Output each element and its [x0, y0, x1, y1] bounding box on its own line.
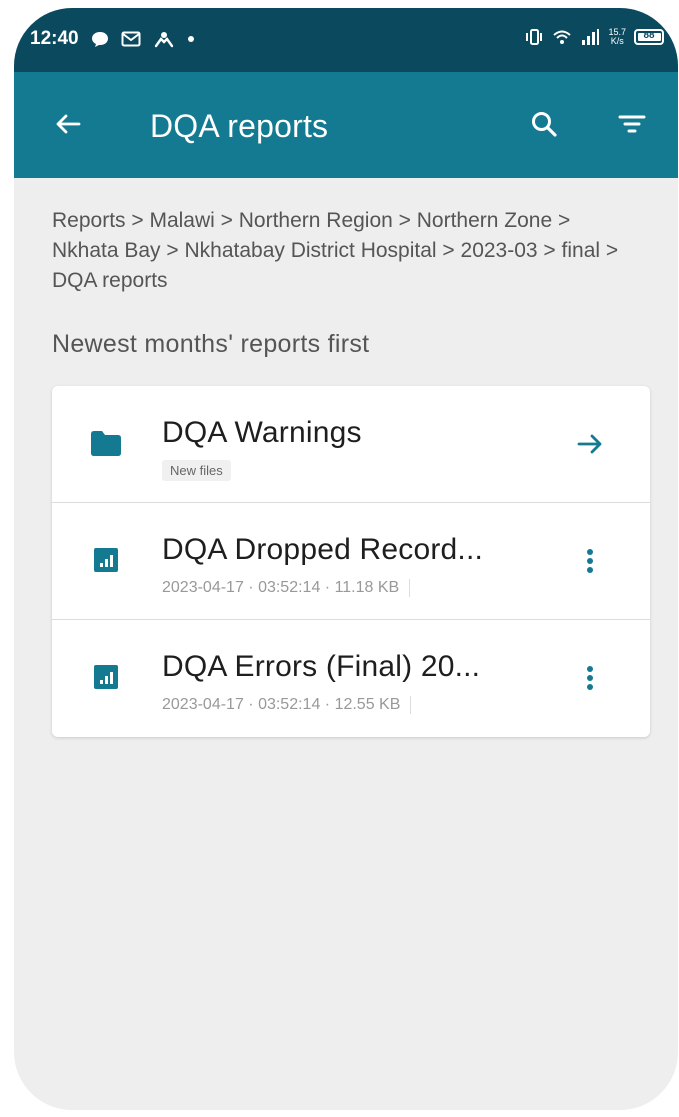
new-files-badge: New files — [162, 460, 231, 481]
status-right: 15.7 K/s 88 — [524, 28, 664, 46]
wifi-icon — [552, 28, 572, 46]
network-speed-icon: 15.7 K/s — [608, 28, 626, 46]
open-folder-button[interactable] — [572, 426, 608, 462]
section-title: Newest months' reports first — [52, 330, 370, 358]
filter-icon — [618, 115, 646, 133]
status-left: 12:40 — [30, 28, 195, 50]
filter-button[interactable] — [614, 106, 650, 142]
gmail-icon — [121, 31, 141, 47]
list-item-file[interactable]: DQA Dropped Record... 2023-04-17 · 03:52… — [52, 503, 650, 620]
page-title: DQA reports — [150, 108, 329, 144]
breadcrumb: Reports > Malawi > Northern Region > Nor… — [52, 209, 619, 292]
chat-bubble-icon — [91, 30, 109, 48]
back-button[interactable] — [50, 106, 86, 142]
file-meta: 2023-04-17 · 03:52:14 · 12.55 KB — [162, 696, 412, 714]
file-meta-text: 2023-04-17 · 03:52:14 · 11.18 KB — [162, 579, 400, 597]
list-item-file[interactable]: DQA Errors (Final) 20... 2023-04-17 · 03… — [52, 620, 650, 737]
folder-icon — [90, 428, 122, 458]
file-menu-button[interactable] — [572, 543, 608, 579]
transfer-icon — [153, 30, 175, 48]
network-speed-unit: K/s — [610, 36, 624, 46]
meta-divider — [410, 696, 412, 714]
file-name: DQA Dropped Record... — [162, 533, 484, 566]
search-icon — [532, 112, 557, 137]
search-button[interactable] — [526, 106, 562, 142]
status-bar: 12:40 15.7 K/s 88 — [14, 8, 678, 72]
folder-name: DQA Warnings — [162, 416, 362, 449]
file-name: DQA Errors (Final) 20... — [162, 650, 481, 683]
more-vert-icon — [587, 549, 593, 573]
battery-level: 88 — [643, 30, 655, 41]
status-time: 12:40 — [30, 28, 79, 49]
phone-screen: 12:40 15.7 K/s 88 DQA reports Reports > … — [14, 8, 678, 1110]
report-chart-icon — [90, 662, 122, 692]
list-item-folder[interactable]: DQA Warnings New files — [52, 386, 650, 503]
vibrate-icon — [524, 28, 544, 46]
battery-icon: 88 — [634, 29, 664, 45]
file-menu-button[interactable] — [572, 660, 608, 696]
file-meta-text: 2023-04-17 · 03:52:14 · 12.55 KB — [162, 696, 401, 714]
file-meta: 2023-04-17 · 03:52:14 · 11.18 KB — [162, 579, 411, 597]
signal-icon — [580, 28, 600, 46]
more-vert-icon — [587, 666, 593, 690]
arrow-back-icon — [56, 114, 81, 134]
arrow-forward-icon — [577, 434, 602, 454]
reports-list: DQA Warnings New files DQA Dropped Recor… — [52, 386, 650, 737]
app-bar: DQA reports — [14, 72, 678, 178]
meta-divider — [409, 579, 411, 597]
report-chart-icon — [90, 545, 122, 575]
notification-dot-icon — [187, 35, 195, 43]
